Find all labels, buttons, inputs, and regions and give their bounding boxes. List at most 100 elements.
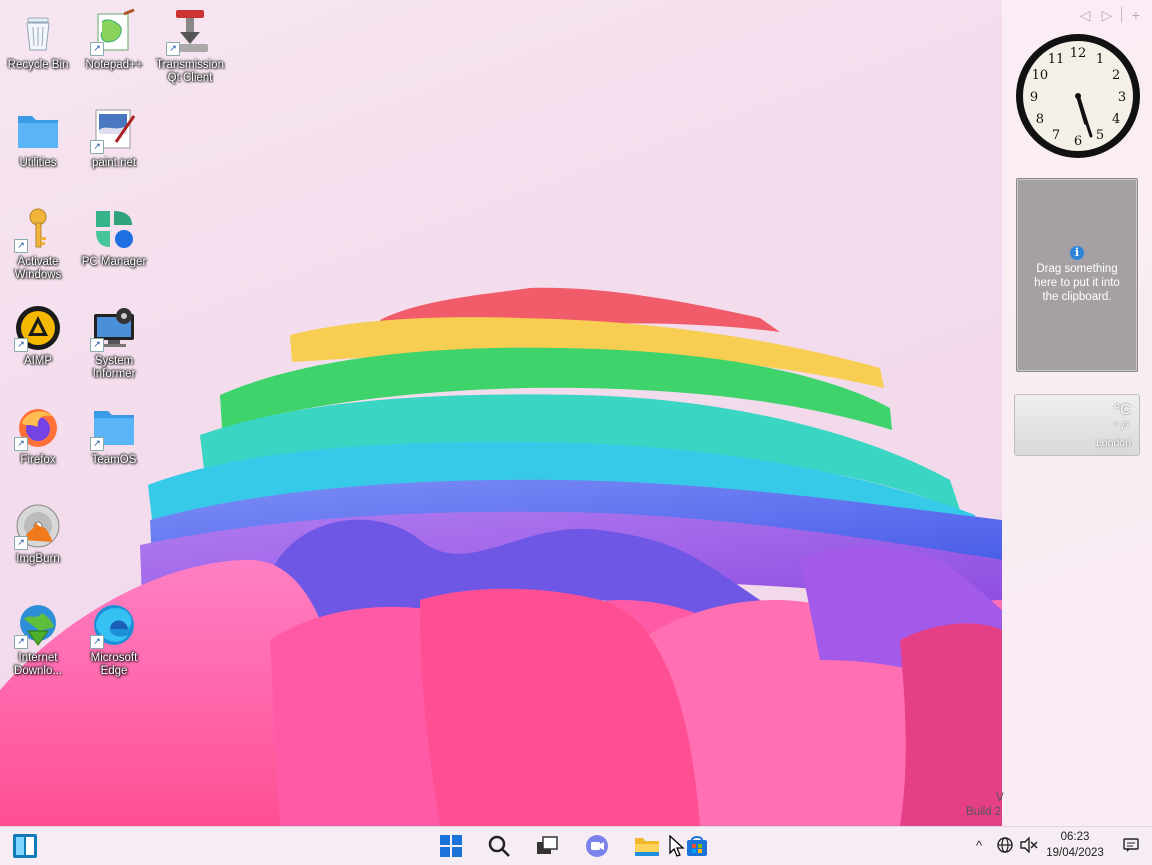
desktop-icon-transmission[interactable]: ↗ Transmission Qt Client (152, 8, 228, 100)
desktop-icon-aimp[interactable]: ↗ AIMP (0, 304, 76, 396)
icon-label: Microsoft Edge (90, 652, 138, 677)
search-icon (488, 835, 510, 857)
clock-numeral: 5 (1096, 128, 1104, 143)
sidebar-prev-button[interactable]: ◁ (1077, 6, 1093, 24)
notifications-button[interactable] (1122, 836, 1140, 854)
desktop-icon-microsoft-edge[interactable]: ↗ Microsoft Edge (76, 601, 152, 693)
icon-label: Internet Downlo... (14, 652, 62, 677)
desktop-icon-pc-manager[interactable]: PC Manager (76, 205, 152, 297)
desktop-icon-paintnet[interactable]: ↗ paint.net (76, 106, 152, 198)
widgets-button[interactable] (10, 831, 40, 861)
aimp-icon: ↗ (14, 304, 62, 352)
pc-manager-icon (90, 205, 138, 253)
icon-label: Notepad++ (85, 59, 143, 71)
start-button[interactable] (436, 831, 466, 861)
clock-numeral: 7 (1052, 128, 1060, 143)
desktop-icon-utilities[interactable]: Utilities (0, 106, 76, 198)
paintnet-icon: ↗ (90, 106, 138, 154)
icon-label: Recycle Bin (7, 59, 69, 71)
windows-icon (440, 835, 462, 857)
desktop-icon-recycle-bin[interactable]: Recycle Bin (0, 8, 76, 100)
shortcut-arrow-icon: ↗ (90, 635, 104, 649)
clock-button[interactable]: 06:23 19/04/2023 (1040, 829, 1110, 861)
weather-city: London (1095, 437, 1131, 449)
shortcut-arrow-icon: ↗ (166, 42, 180, 56)
imgburn-icon: ↗ (14, 502, 62, 550)
sidebar-nav-divider (1121, 7, 1122, 23)
sidebar-next-button[interactable]: ▷ (1099, 6, 1115, 24)
shortcut-arrow-icon: ↗ (90, 42, 104, 56)
weather-temperature: °C (1114, 401, 1131, 418)
folder-icon: ↗ (90, 403, 138, 451)
icon-label: TeamOS (91, 454, 137, 466)
icon-label: ImgBurn (16, 553, 60, 565)
globe-icon (997, 837, 1013, 853)
volume-button[interactable] (1020, 836, 1038, 854)
desktop-icon-system-informer[interactable]: ↗ System Informer (76, 304, 152, 396)
widgets-icon (13, 834, 37, 858)
shortcut-arrow-icon: ↗ (14, 338, 28, 352)
teams-chat-button[interactable] (582, 831, 612, 861)
taskbar: ^ 06:23 19/04/2023 (0, 826, 1152, 865)
clock-numeral: 10 (1032, 68, 1049, 83)
network-button[interactable] (996, 836, 1014, 854)
weather-range: ° /° (1114, 421, 1129, 433)
watermark-build: Build 2 (966, 806, 1002, 818)
transmission-icon: ↗ (166, 8, 214, 56)
search-button[interactable] (484, 831, 514, 861)
edge-icon: ↗ (90, 601, 138, 649)
clock-numeral: 9 (1030, 90, 1038, 105)
icon-label: PC Manager (81, 256, 147, 268)
desktop-icon-firefox[interactable]: ↗ Firefox (0, 403, 76, 495)
desktop-icon-internet-download-manager[interactable]: ↗ Internet Downlo... (0, 601, 76, 693)
info-icon: i (1070, 246, 1084, 260)
shortcut-arrow-icon: ↗ (90, 437, 104, 451)
sidebar-nav: ◁ ▷ + (1077, 6, 1144, 24)
clock-numeral: 4 (1112, 112, 1120, 127)
icon-label: Activate Windows (14, 256, 62, 281)
clock-numeral: 8 (1036, 112, 1044, 127)
shortcut-arrow-icon: ↗ (90, 140, 104, 154)
clock-numeral: 6 (1074, 134, 1082, 149)
shortcut-arrow-icon: ↗ (14, 437, 28, 451)
icon-label: Utilities (19, 157, 57, 169)
sidebar-add-gadget-button[interactable]: + (1128, 6, 1144, 24)
icon-label: AIMP (23, 355, 53, 367)
notification-icon (1123, 838, 1139, 852)
clipboard-gadget[interactable]: i Drag something here to put it into the… (1016, 178, 1138, 372)
clipboard-hint: Drag something here to put it into the c… (1034, 263, 1120, 303)
desktop-icon-activate-windows[interactable]: ↗ Activate Windows (0, 205, 76, 297)
chat-icon (586, 835, 608, 857)
gadget-sidebar: ◁ ▷ + 12 1 2 3 4 5 6 7 8 9 10 11 i Drag something h… (1002, 0, 1152, 826)
notepadpp-icon: ↗ (90, 8, 138, 56)
icon-label: Firefox (20, 454, 56, 466)
icon-label: Transmission Qt Client (156, 59, 224, 84)
desktop-icon-teamos[interactable]: ↗ TeamOS (76, 403, 152, 495)
weather-gadget[interactable]: °C ° /° London (1014, 394, 1140, 456)
task-view-icon (537, 836, 558, 854)
idm-icon: ↗ (14, 601, 62, 649)
icon-label: System Informer (92, 355, 136, 380)
folder-icon (14, 106, 62, 154)
task-view-button[interactable] (532, 831, 562, 861)
shortcut-arrow-icon: ↗ (14, 536, 28, 550)
system-informer-icon: ↗ (90, 304, 138, 352)
clock-numeral: 12 (1070, 46, 1087, 61)
volume-muted-icon (1020, 837, 1038, 853)
watermark-version: V (996, 792, 1004, 804)
key-icon: ↗ (14, 205, 62, 253)
shortcut-arrow-icon: ↗ (90, 338, 104, 352)
shortcut-arrow-icon: ↗ (14, 239, 28, 253)
clock-face: 12 12 3 45678 9 1011 (1016, 34, 1140, 158)
tray-overflow-button[interactable]: ^ (970, 836, 988, 854)
shortcut-arrow-icon: ↗ (14, 635, 28, 649)
taskbar-time: 06:23 (1060, 831, 1090, 843)
store-icon (687, 836, 707, 856)
clock-numeral: 1 (1096, 52, 1104, 67)
desktop-icon-imgburn[interactable]: ↗ ImgBurn (0, 502, 76, 594)
clock-gadget[interactable]: 12 1 2 3 4 5 6 7 8 9 10 11 (1014, 32, 1142, 160)
desktop-icon-notepadpp[interactable]: ↗ Notepad++ (76, 8, 152, 100)
microsoft-store-button[interactable] (682, 831, 712, 861)
file-explorer-button[interactable] (632, 831, 662, 861)
icon-label: paint.net (91, 157, 137, 169)
